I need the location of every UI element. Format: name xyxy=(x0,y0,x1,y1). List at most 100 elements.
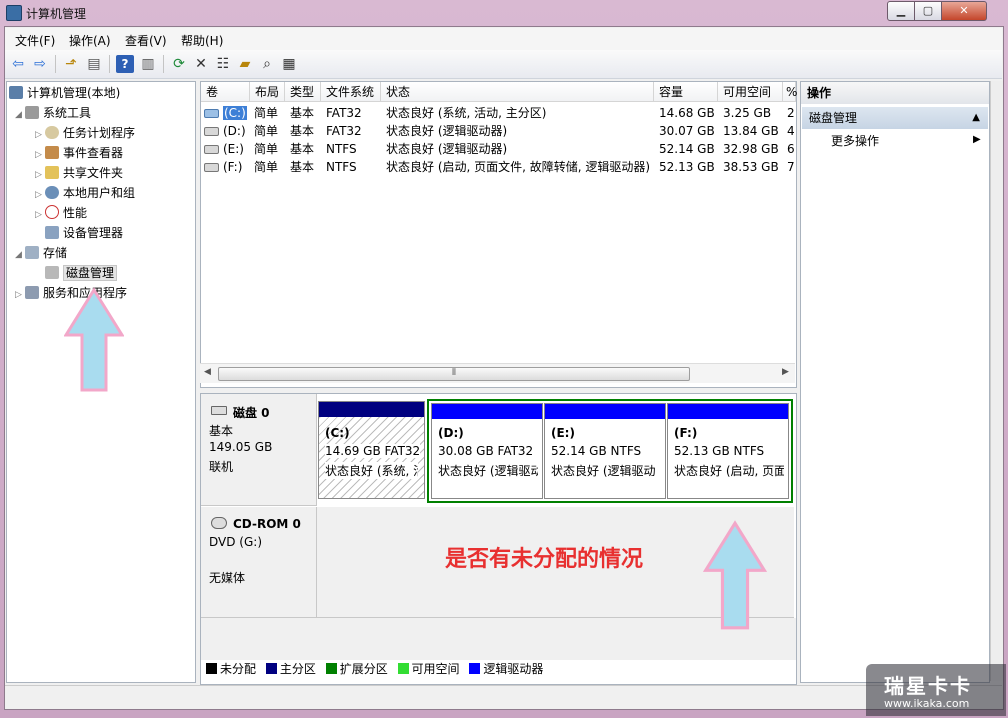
column-header[interactable]: 可用空间 xyxy=(718,82,783,102)
event-viewer-icon xyxy=(45,146,59,159)
table-cell: 简单 xyxy=(254,106,279,120)
search-icon[interactable]: ⌕ xyxy=(258,55,276,73)
disk-status: 联机 xyxy=(209,460,234,474)
tree-item-task-scheduler[interactable]: ▷ 任务计划程序 xyxy=(35,123,135,143)
partition-d[interactable]: (D:) 30.08 GB FAT32 状态良好 (逻辑驱动 xyxy=(431,403,543,499)
disk-0-info[interactable]: 磁盘 0 基本 149.05 GB 联机 xyxy=(201,394,317,506)
legend-swatch xyxy=(397,663,409,674)
menu-action[interactable]: 操作(A) xyxy=(69,32,111,49)
close-button[interactable]: ✕ xyxy=(941,1,987,21)
open-icon[interactable]: ▰ xyxy=(236,55,254,73)
table-cell: 38.53 GB xyxy=(723,160,779,174)
column-header[interactable]: 类型 xyxy=(285,82,321,102)
table-cell[interactable]: (F:) xyxy=(203,158,248,176)
table-cell[interactable]: (E:) xyxy=(203,140,248,158)
table-cell: FAT32 xyxy=(326,106,362,120)
partition-size: 52.14 GB NTFS xyxy=(551,444,642,458)
table-cell: 基本 xyxy=(290,124,315,138)
menu-help[interactable]: 帮助(H) xyxy=(181,32,223,49)
refresh-icon[interactable]: ⟳ xyxy=(170,55,188,73)
expand-icon[interactable]: ▷ xyxy=(35,125,45,145)
maximize-button[interactable]: ▢ xyxy=(914,1,942,21)
expand-icon[interactable]: ▷ xyxy=(35,205,45,225)
expand-icon[interactable]: ▷ xyxy=(15,285,25,305)
more-actions-label: 更多操作 xyxy=(831,134,880,148)
expand-icon[interactable]: ▷ xyxy=(35,145,45,165)
cdrom-0-info[interactable]: CD-ROM 0 DVD (G:) 无媒体 xyxy=(201,507,317,618)
tree-item-local-users[interactable]: ▷ 本地用户和组 xyxy=(35,183,135,203)
back-icon[interactable]: ⇦ xyxy=(9,55,27,73)
table-cell: 52.13 GB xyxy=(659,160,715,174)
scroll-right-icon[interactable]: ▶ xyxy=(782,367,789,377)
tree-item-system-tools[interactable]: ◢ 系统工具 xyxy=(15,103,91,123)
expand-icon[interactable]: ▷ xyxy=(35,165,45,185)
export-icon[interactable]: ▦ xyxy=(280,55,298,73)
column-header[interactable]: 文件系统 xyxy=(321,82,381,102)
title-bar[interactable]: 计算机管理 ▁ ▢ ✕ xyxy=(0,0,1008,26)
tree-item-event-viewer[interactable]: ▷ 事件查看器 xyxy=(35,143,123,163)
actions-group-disk-management[interactable]: 磁盘管理 ▲ xyxy=(802,107,988,129)
tree-item-device-manager[interactable]: 设备管理器 xyxy=(45,223,123,243)
partition-label: (D:) xyxy=(438,426,464,440)
legend-label: 主分区 xyxy=(279,662,316,676)
window-title: 计算机管理 xyxy=(26,7,87,21)
table-cell: 4 xyxy=(787,124,795,138)
tree-item-label: 性能 xyxy=(63,206,88,220)
tree-item-storage[interactable]: ◢ 存储 xyxy=(15,243,67,263)
table-cell: 2 xyxy=(787,106,795,120)
tree-root[interactable]: 计算机管理(本地) xyxy=(9,83,120,103)
menu-view[interactable]: 查看(V) xyxy=(125,32,167,49)
tree-item-shared-folders[interactable]: ▷ 共享文件夹 xyxy=(35,163,123,183)
legend-swatch xyxy=(469,663,481,674)
partition-e[interactable]: (E:) 52.14 GB NTFS 状态良好 (逻辑驱动 xyxy=(544,403,666,499)
scroll-left-icon[interactable]: ◀ xyxy=(204,367,211,377)
column-header[interactable]: 状态 xyxy=(381,82,654,102)
more-actions[interactable]: 更多操作 xyxy=(831,132,879,149)
column-header[interactable]: 容量 xyxy=(654,82,718,102)
disk-icon xyxy=(45,266,59,279)
forward-icon[interactable]: ⇨ xyxy=(31,55,49,73)
show-hide-tree-icon[interactable]: ▤ xyxy=(85,55,103,73)
toolbar-separator xyxy=(163,55,164,73)
help-icon[interactable]: ? xyxy=(116,55,134,73)
console-icon[interactable]: ▥ xyxy=(139,55,157,73)
legend: 未分配 主分区 扩展分区 可用空间 逻辑驱动器 xyxy=(200,660,795,682)
disk-name: 磁盘 0 xyxy=(233,406,270,420)
window-edge-scrollbar[interactable] xyxy=(990,81,1003,681)
up-icon[interactable]: ⬏ xyxy=(62,55,80,73)
submenu-arrow-icon: ▶ xyxy=(973,134,981,145)
table-cell[interactable]: (D:) xyxy=(203,122,248,140)
horizontal-scrollbar[interactable]: ◀ ⦀ ▶ xyxy=(200,363,795,383)
collapse-icon[interactable]: ◢ xyxy=(15,105,25,125)
legend-label: 可用空间 xyxy=(411,662,460,676)
scroll-thumb[interactable]: ⦀ xyxy=(218,367,690,381)
disk-type: 基本 xyxy=(209,424,234,438)
users-icon xyxy=(45,186,59,199)
actions-title: 操作 xyxy=(801,82,989,104)
services-icon xyxy=(25,286,39,299)
table-cell: 32.98 GB xyxy=(723,142,779,156)
column-header[interactable]: 卷 xyxy=(201,82,250,102)
properties-icon[interactable]: ☷ xyxy=(214,55,232,73)
legend-swatch xyxy=(325,663,337,674)
column-header[interactable]: % xyxy=(783,82,797,102)
delete-icon[interactable]: ✕ xyxy=(192,55,210,73)
table-cell: 简单 xyxy=(254,160,279,174)
partition-f[interactable]: (F:) 52.13 GB NTFS 状态良好 (启动, 页面 xyxy=(667,403,789,499)
tree-item-label: 设备管理器 xyxy=(63,226,124,240)
expand-icon[interactable]: ▷ xyxy=(35,185,45,205)
menu-file[interactable]: 文件(F) xyxy=(15,32,55,49)
table-cell: 基本 xyxy=(290,106,315,120)
drive-icon xyxy=(204,145,219,154)
tree-item-label: 事件查看器 xyxy=(63,146,124,160)
tree-item-disk-management[interactable]: 磁盘管理 xyxy=(45,263,118,283)
computer-management-icon xyxy=(6,5,22,21)
collapse-icon[interactable]: ◢ xyxy=(15,245,25,265)
collapse-up-icon[interactable]: ▲ xyxy=(972,107,980,129)
partition-c[interactable]: (C:) 14.69 GB FAT32 状态良好 (系统, 活 xyxy=(318,401,425,499)
storage-icon xyxy=(25,246,39,259)
annotation-arrow-up-icon xyxy=(702,520,768,630)
column-header[interactable]: 布局 xyxy=(250,82,285,102)
minimize-button[interactable]: ▁ xyxy=(887,1,915,21)
tree-item-performance[interactable]: ▷ 性能 xyxy=(35,203,87,223)
